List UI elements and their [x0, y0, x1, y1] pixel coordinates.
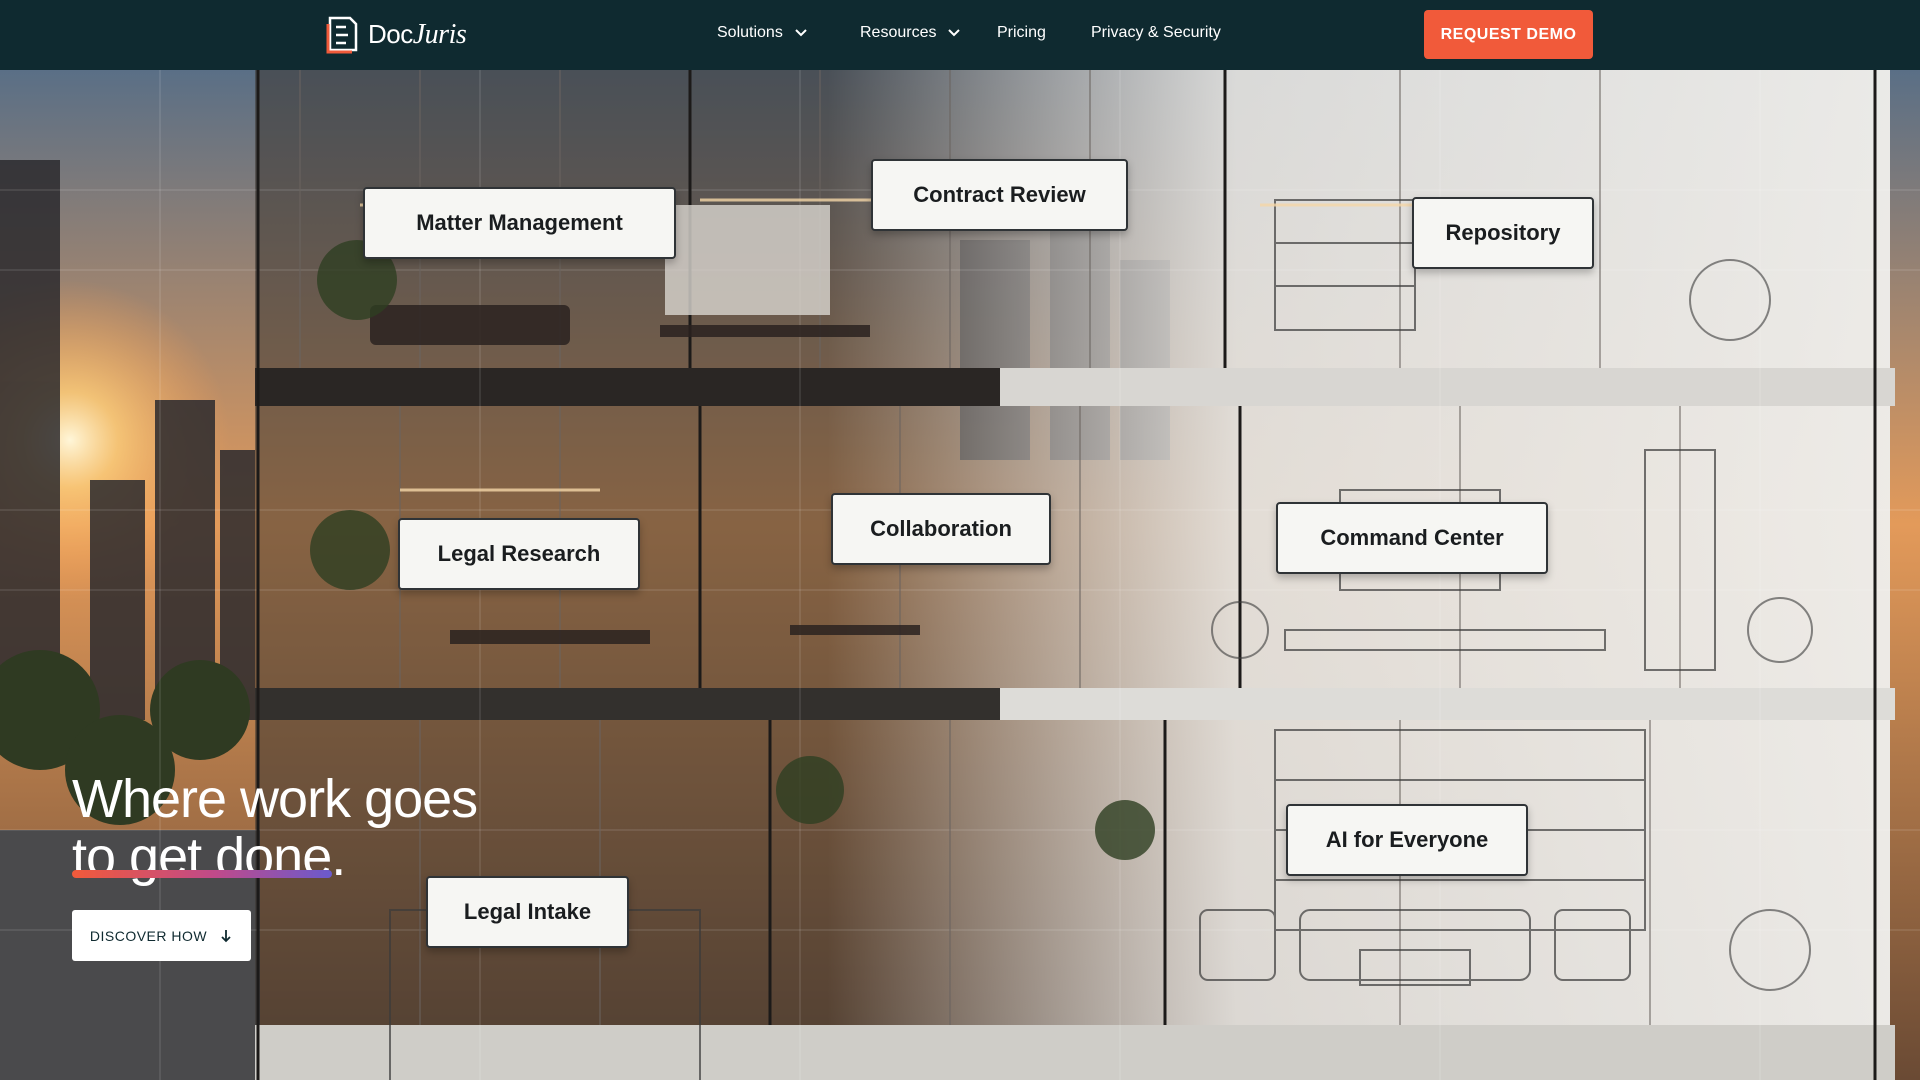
headline-line-1: Where work goes — [72, 769, 478, 829]
arrow-down-icon — [221, 929, 231, 942]
chevron-down-icon — [948, 29, 961, 37]
legal-research-label[interactable]: Legal Research — [398, 518, 640, 590]
chevron-down-icon — [795, 29, 807, 37]
collaboration-label[interactable]: Collaboration — [831, 493, 1051, 565]
hero-headline: Where work goes to get done. — [72, 770, 532, 886]
hero-section: Matter Management Contract Review Reposi… — [0, 70, 1920, 1080]
headline-underline — [72, 870, 332, 878]
discover-how-button[interactable]: DISCOVER HOW — [72, 910, 251, 961]
nav-resources[interactable]: Resources — [860, 24, 962, 42]
nav-solutions[interactable]: Solutions — [717, 24, 809, 42]
nav-privacy-security[interactable]: Privacy & Security — [1091, 24, 1221, 42]
request-demo-button[interactable]: REQUEST DEMO — [1424, 10, 1593, 59]
nav-solutions-label: Solutions — [717, 24, 783, 41]
discover-how-label: DISCOVER HOW — [89, 927, 208, 944]
legal-intake-label[interactable]: Legal Intake — [426, 876, 629, 948]
document-logo-icon — [326, 16, 358, 54]
brand-logo[interactable]: DocJuris — [326, 16, 467, 54]
brand-name: DocJuris — [368, 19, 467, 50]
repository-label[interactable]: Repository — [1412, 197, 1594, 269]
command-center-label[interactable]: Command Center — [1276, 502, 1548, 574]
nav-resources-label: Resources — [860, 24, 937, 41]
top-nav: DocJuris Solutions Resources Pricing Pri… — [0, 0, 1920, 70]
matter-management-label[interactable]: Matter Management — [363, 187, 676, 259]
contract-review-label[interactable]: Contract Review — [871, 159, 1128, 231]
ai-for-everyone-label[interactable]: AI for Everyone — [1286, 804, 1528, 876]
nav-pricing[interactable]: Pricing — [997, 24, 1046, 42]
